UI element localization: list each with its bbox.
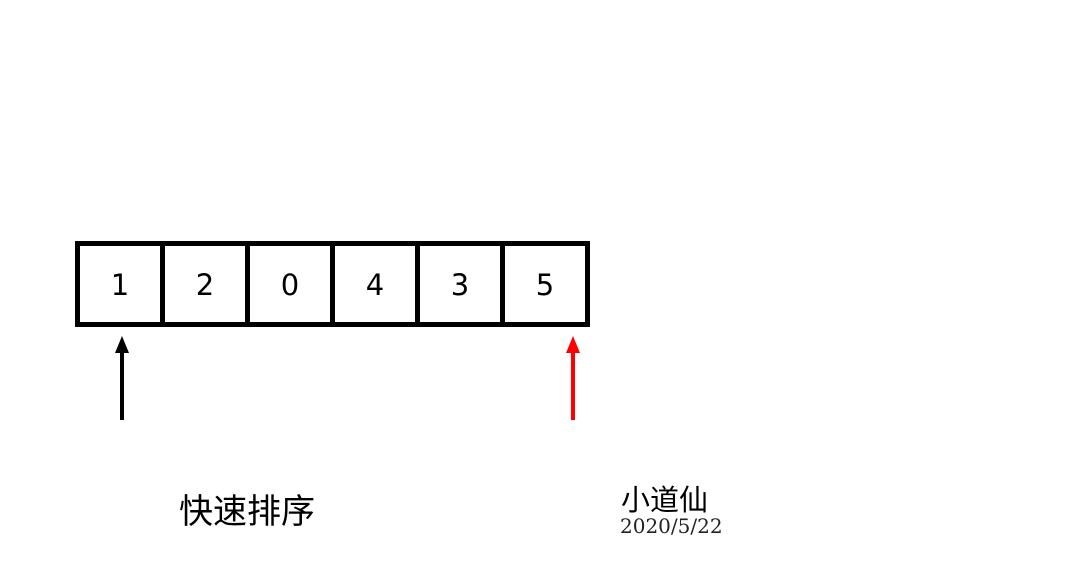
date-stamp: 2020/5/22 [620,514,723,538]
array-cell: 5 [500,241,590,327]
array-cell: 3 [415,241,505,327]
diagram-title: 快速排序 [179,492,315,532]
right-pointer-arrow-icon [566,336,580,420]
array-cell: 2 [160,241,250,327]
cell-value: 1 [110,268,130,302]
left-pointer-arrow-icon [115,336,129,420]
cell-value: 2 [195,268,215,302]
cell-value: 4 [365,268,385,302]
cell-value: 5 [535,268,555,302]
cell-value: 3 [450,268,470,302]
array-cell: 4 [330,241,420,327]
array-cell: 0 [245,241,335,327]
cell-value: 0 [280,268,300,302]
author-name: 小道仙 [621,483,709,517]
array-cells: 1 2 0 4 3 5 [75,241,590,327]
array-cell: 1 [75,241,165,327]
